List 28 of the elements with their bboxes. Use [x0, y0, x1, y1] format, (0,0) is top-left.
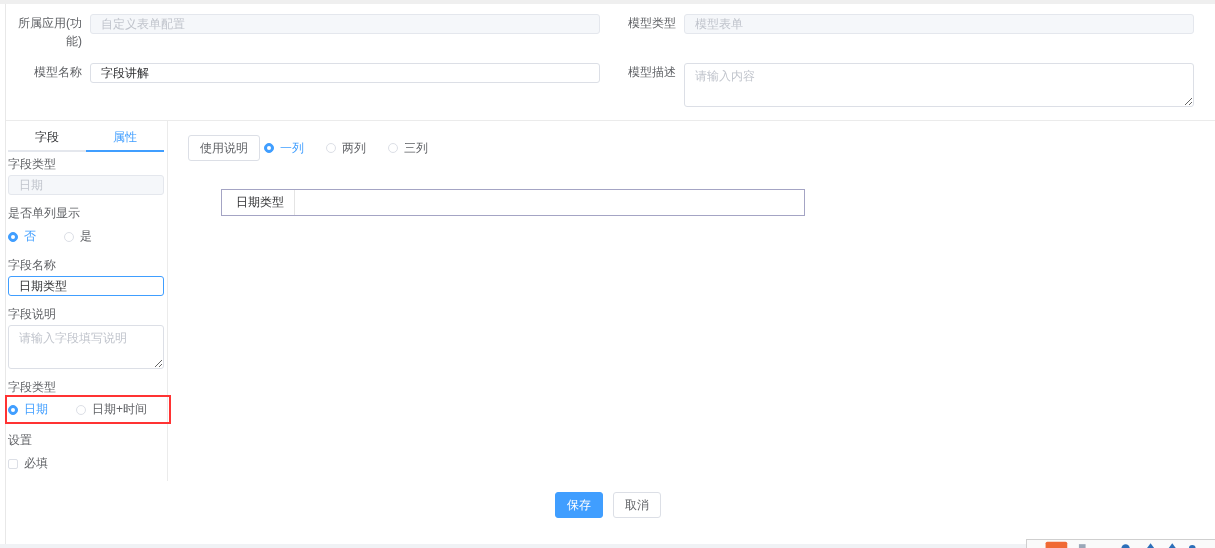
radio-button[interactable]	[8, 231, 18, 242]
radio-label[interactable]: 三列	[404, 139, 428, 157]
help-button[interactable]: 使用说明	[188, 135, 260, 161]
text-area[interactable]: 请输入内容	[684, 63, 1194, 107]
property-label: 字段类型	[8, 379, 57, 395]
property-label: 是否单列显示	[8, 205, 81, 221]
radio-label[interactable]: 是	[80, 228, 92, 245]
property-label: 字段说明	[8, 306, 57, 322]
text-field[interactable]: 日期类型	[8, 276, 164, 296]
text-field[interactable]: 字段讲解	[90, 63, 600, 83]
radio-label[interactable]: 两列	[342, 139, 366, 157]
property-label: 字段类型	[8, 156, 57, 172]
form-field-row[interactable]: 日期类型	[221, 189, 805, 216]
checkbox[interactable]	[8, 458, 18, 469]
radio-button[interactable]	[264, 143, 274, 153]
text-area[interactable]: 请输入字段填写说明	[8, 325, 164, 369]
radio-button[interactable]	[8, 404, 18, 415]
checkbox-label[interactable]: 必填	[24, 455, 48, 472]
property-label: 设置	[8, 432, 33, 448]
field-label: 日期类型	[222, 190, 295, 215]
field-label: 模型描述	[627, 64, 677, 81]
radio-label[interactable]: 日期+时间	[92, 401, 147, 418]
field-label: 模型类型	[627, 15, 677, 32]
field-label: 所属应用(功能)	[17, 15, 83, 50]
property-label: 字段名称	[8, 257, 57, 273]
field-label: 模型名称	[33, 64, 83, 81]
tab[interactable]: 字段	[8, 128, 86, 152]
cancel-button[interactable]: 取消	[612, 492, 661, 518]
